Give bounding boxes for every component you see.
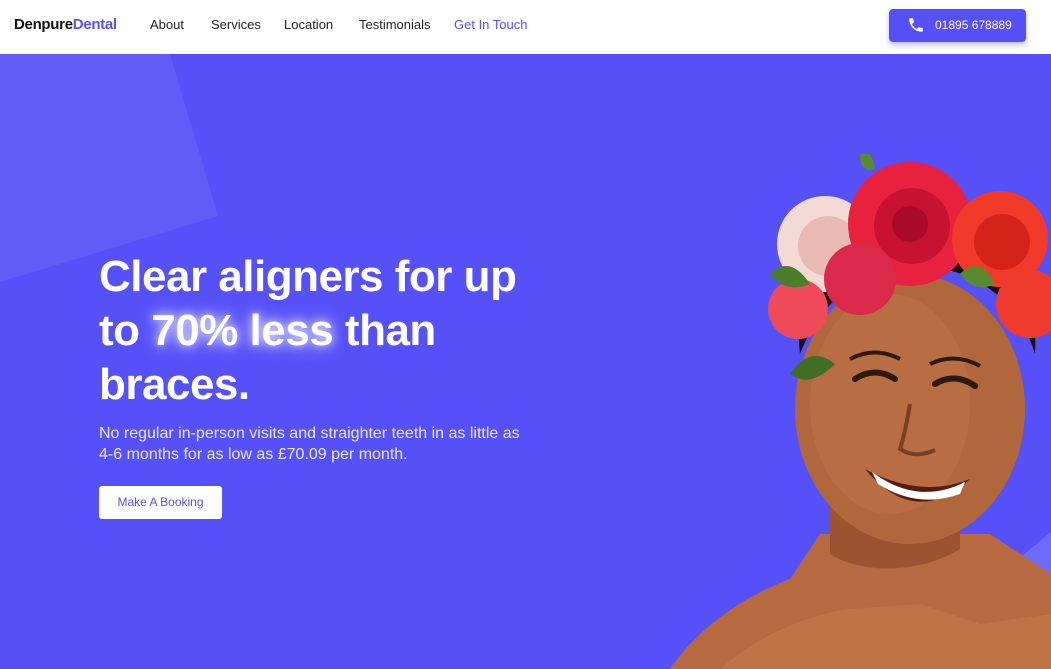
headline-highlight: 70% less: [151, 306, 334, 355]
brand-name-part1: Denpure: [14, 16, 73, 33]
nav-link-testimonials[interactable]: Testimonials: [359, 17, 431, 32]
hero-section: Clear aligners for up to 70% less than b…: [0, 54, 1051, 669]
hero-headline: Clear aligners for up to 70% less than b…: [99, 250, 539, 412]
phone-icon: [909, 18, 923, 32]
nav-link-about[interactable]: About: [150, 17, 184, 32]
make-booking-button[interactable]: Make A Booking: [99, 486, 222, 519]
phone-number: 01895 678889: [935, 18, 1012, 32]
brand-logo[interactable]: DenpureDental: [14, 16, 117, 33]
nav-link-get-in-touch[interactable]: Get In Touch: [454, 17, 527, 32]
brand-name-part2: Dental: [72, 16, 117, 33]
phone-call-button[interactable]: 01895 678889: [889, 9, 1026, 42]
hero-photo-woman-flower-crown: [670, 154, 1051, 669]
nav-link-location[interactable]: Location: [284, 17, 333, 32]
site-header: DenpureDental About Services Location Te…: [0, 0, 1051, 54]
hero-subtext: No regular in-person visits and straight…: [99, 425, 520, 463]
nav-link-services[interactable]: Services: [211, 17, 261, 32]
